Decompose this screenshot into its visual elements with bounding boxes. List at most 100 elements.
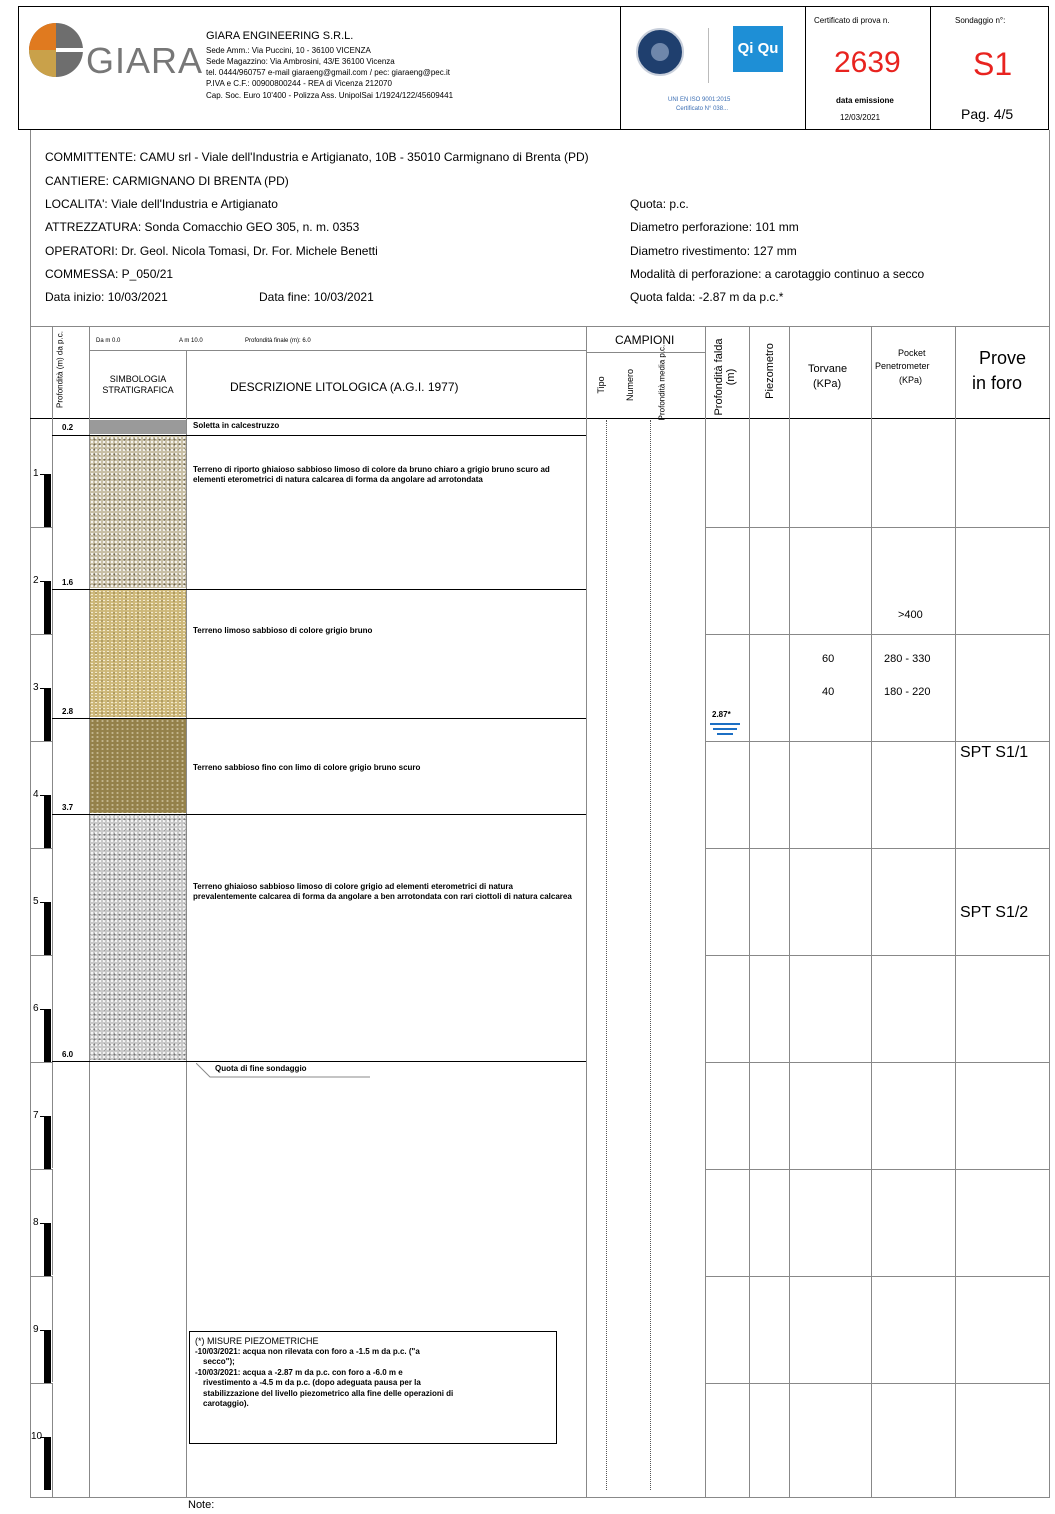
quota-falda: Quota falda: -2.87 m da p.c.*: [630, 290, 784, 304]
grid-line-9: [705, 1276, 1049, 1277]
penetrometer-header: Penetrometer: [875, 361, 930, 371]
torvane-unit: (KPa): [813, 378, 842, 390]
layer-description-2: Terreno limoso sabbioso di colore grigio…: [193, 626, 373, 635]
layer-symbol-4: [90, 815, 186, 1060]
scale-label-1: 1: [33, 467, 39, 479]
scale-tick-1: [40, 473, 45, 475]
tipo-header: Tipo: [596, 376, 606, 394]
giara-logo-text: GIARA: [86, 40, 204, 81]
simbologia-header: SIMBOLOGIA STRATIGRAFICA: [102, 374, 174, 395]
layer-description-3: Terreno sabbioso fino con limo di colore…: [193, 763, 421, 772]
layer-symbol-2: [90, 590, 186, 717]
scale-segment-8: [44, 1222, 51, 1276]
a-label: A m 10.0: [179, 338, 203, 344]
scale-tick-2: [40, 580, 45, 582]
scale-segment-10: [44, 1436, 51, 1490]
pocket-unit: (KPa): [899, 375, 923, 385]
notes-line-1: -10/03/2021: acqua non rilevata con foro…: [195, 1346, 420, 1356]
notes-line-6: carotaggio).: [203, 1399, 249, 1408]
certificate-number: 2639: [834, 46, 901, 79]
emission-label: data emissione: [836, 96, 894, 105]
depth-column-header: Profondità (m) da p.c.: [55, 331, 65, 408]
scale-label-10: 10: [31, 1430, 43, 1442]
grid-line-left-7: [30, 1062, 52, 1063]
grid-line-left-3: [30, 634, 52, 635]
notes-line-2: secco");: [203, 1357, 235, 1366]
scale-tick-9: [40, 1329, 45, 1331]
prof-media-header: Profondità media p.c.: [657, 344, 667, 421]
notes-line-5: stabilizzazione del livello piezometrico…: [203, 1388, 454, 1398]
sondaggio-label: Sondaggio n°:: [955, 16, 1006, 25]
modalita-perforazione: Modalità di perforazione: a carotaggio c…: [630, 267, 925, 281]
pocket-value-1: >400: [898, 609, 923, 621]
layer-depth-4: 6.0: [62, 1050, 74, 1059]
torvane-value-2: 40: [822, 686, 835, 698]
scale-label-7: 7: [33, 1109, 39, 1121]
numero-header: Numero: [625, 369, 635, 402]
grid-line-2: [705, 527, 1049, 528]
piezometric-notes-box: (*) MISURE PIEZOMETRICHE -10/03/2021: ac…: [189, 1331, 557, 1444]
company-line-2: Sede Magazzino: Via Ambrosini, 43/E 3610…: [206, 57, 395, 66]
scale-segment-1: [44, 473, 51, 527]
note-label: Note:: [188, 1499, 215, 1511]
layer-symbol-0: [90, 420, 186, 434]
page-number: Pag. 4/5: [961, 106, 1014, 122]
committente: COMMITTENTE: CAMU srl - Viale dell'Indus…: [45, 150, 589, 164]
attrezzatura: ATTREZZATURA: Sonda Comacchio GEO 305, n…: [45, 220, 360, 234]
layer-depth-2: 2.8: [62, 707, 74, 716]
pocket-value-2: 280 - 330: [884, 653, 931, 665]
grid-line-left-6: [30, 955, 52, 956]
scale-segment-2: [44, 580, 51, 634]
cantiere: CANTIERE: CARMIGNANO DI BRENTA (PD): [45, 174, 289, 188]
lower-grid-3: [52, 1382, 89, 1383]
grid-line-10: [705, 1383, 1049, 1384]
layer-description-4: Terreno ghiaioso sabbioso limoso di colo…: [193, 882, 572, 901]
descrizione-header: DESCRIZIONE LITOLOGICA (A.G.I. 1977): [230, 380, 459, 394]
scale-segment-5: [44, 901, 51, 955]
grid-line-left-8: [30, 1169, 52, 1170]
spt-test-1: SPT S1/1: [960, 744, 1029, 761]
scale-tick-4: [40, 794, 45, 796]
fine-sondaggio-label: Quota di fine sondaggio: [215, 1064, 307, 1073]
scale-segment-7: [44, 1115, 51, 1169]
prof-finale-label: Profondità finale (m): 6.0: [245, 338, 311, 344]
scale-tick-6: [40, 1008, 45, 1010]
layer-depth-0: 0.2: [62, 423, 74, 432]
spt-test-2: SPT S1/2: [960, 904, 1029, 921]
sondaggio-number: S1: [973, 46, 1013, 82]
grid-line-4: [705, 741, 1049, 742]
campioni-tipo-guide: [606, 420, 607, 1490]
quota: Quota: p.c.: [630, 197, 689, 211]
layer-symbol-1: [90, 436, 186, 588]
grid-line-left-9: [30, 1276, 52, 1277]
iso-cert-label: Certificato N° 038...: [676, 106, 729, 112]
layer-description-0: Soletta in calcestruzzo: [193, 421, 280, 430]
scale-segment-9: [44, 1329, 51, 1383]
scale-tick-7: [40, 1115, 45, 1117]
prove-header: Prove: [979, 348, 1027, 368]
torvane-value-1: 60: [822, 653, 835, 665]
scale-label-4: 4: [33, 788, 39, 800]
company-line-3: tel. 0444/960757 e-mail giaraeng@gmail.c…: [206, 68, 450, 77]
grid-line-5: [705, 848, 1049, 849]
qiqu-logo: Qi Qu: [733, 26, 783, 72]
pocket-value-3: 180 - 220: [884, 686, 931, 698]
campioni-media-guide: [650, 420, 651, 1490]
scale-label-3: 3: [33, 681, 39, 693]
water-level-icon: [710, 722, 740, 736]
company-name: GIARA ENGINEERING S.R.L.: [206, 30, 354, 42]
data-inizio: Data inizio: 10/03/2021: [45, 290, 168, 304]
grid-line-left-4: [30, 741, 52, 742]
scale-label-2: 2: [33, 574, 39, 586]
layer-symbol-3: [90, 719, 186, 813]
grid-line-7: [705, 1062, 1049, 1063]
grid-line-3: [705, 634, 1049, 635]
accredia-logo: [636, 28, 684, 76]
grid-line-6: [705, 955, 1049, 956]
grid-line-left-2: [30, 527, 52, 528]
company-line-1: Sede Amm.: Via Puccini, 10 - 36100 VICEN…: [206, 46, 371, 55]
iso-label: UNI EN ISO 9001:2015: [668, 97, 731, 103]
notes-line-3: -10/03/2021: acqua a -2.87 m da p.c. con…: [195, 1367, 403, 1377]
grid-line-left-10: [30, 1383, 52, 1384]
prof-falda-header: Profondità falda (m): [713, 338, 737, 416]
